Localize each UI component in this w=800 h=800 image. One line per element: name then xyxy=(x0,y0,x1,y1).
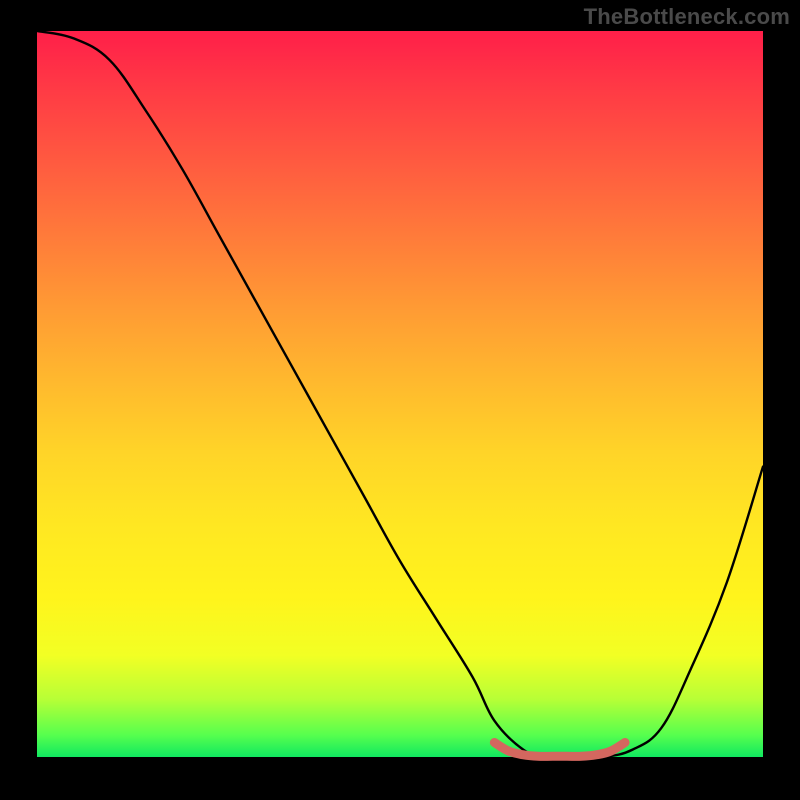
watermark-text: TheBottleneck.com xyxy=(584,4,790,30)
chart-container: TheBottleneck.com xyxy=(0,0,800,800)
gradient-plot-area xyxy=(37,31,763,757)
